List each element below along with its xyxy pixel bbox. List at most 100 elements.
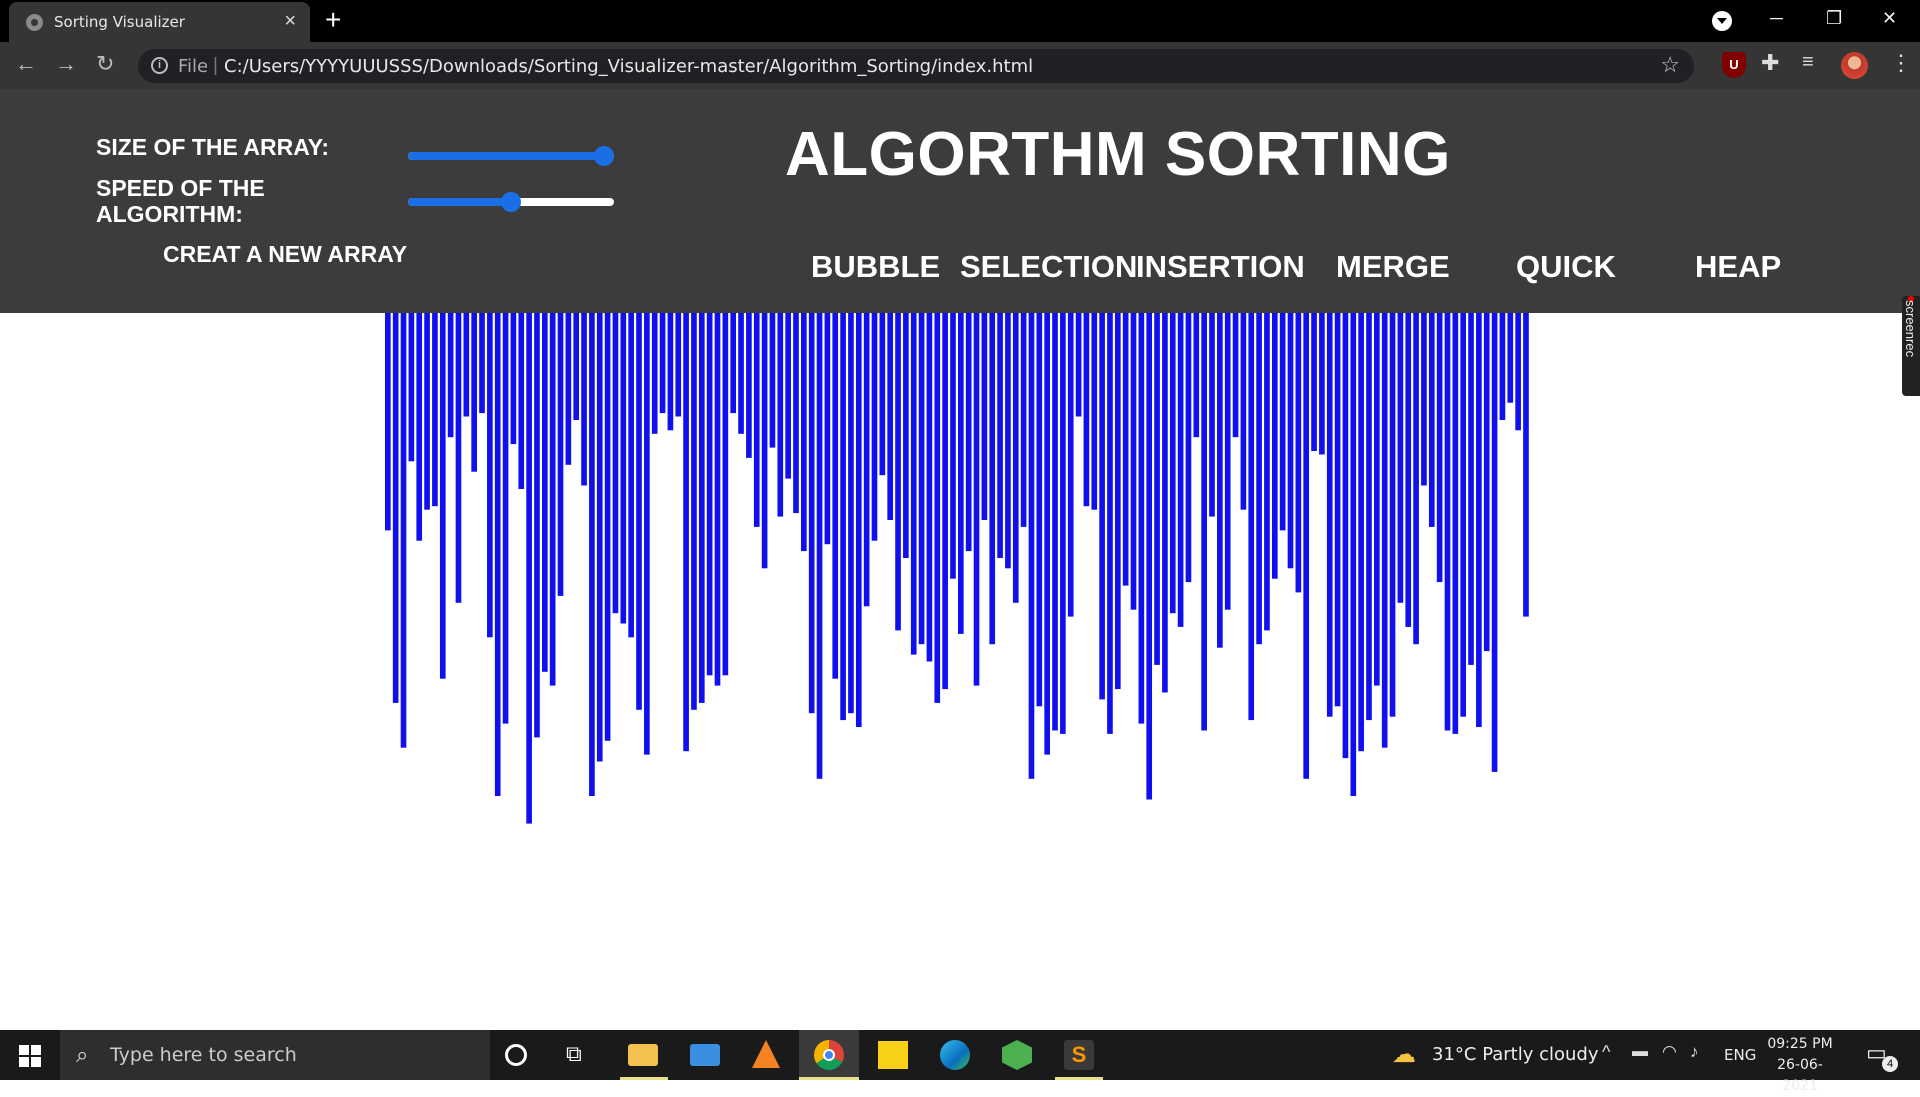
edge-icon[interactable] (940, 1040, 970, 1070)
array-bar (424, 313, 430, 510)
array-bar (628, 313, 634, 638)
array-bar (439, 313, 446, 679)
array-bar (1413, 313, 1419, 645)
new-tab-button[interactable]: + (325, 4, 341, 36)
array-bar (683, 313, 689, 752)
speed-label: SPEED OF THE ALGORITHM: (96, 175, 265, 227)
url-text[interactable]: C:/Users/YYYYUUUSSS/Downloads/Sorting_Vi… (224, 56, 1033, 77)
array-bar (895, 313, 901, 631)
heap-sort-button[interactable]: HEAP (1695, 249, 1781, 285)
array-bar (793, 313, 799, 514)
back-arrow-icon[interactable]: ← (15, 51, 37, 77)
array-bar (989, 313, 996, 645)
minimize-button[interactable]: ─ (1770, 8, 1783, 29)
taskbar-clock[interactable]: 09:25 PM 26-06-2021 (1760, 1034, 1840, 1097)
quick-sort-button[interactable]: QUICK (1516, 249, 1616, 285)
speed-slider[interactable] (408, 192, 614, 212)
extensions-puzzle-icon[interactable]: ✚ (1761, 50, 1779, 76)
array-bar (1507, 313, 1514, 403)
profile-avatar[interactable] (1841, 52, 1868, 79)
new-array-button[interactable]: CREAT A NEW ARRAY (163, 241, 407, 268)
taskbar-search-box[interactable]: ⌕ Type here to search (60, 1030, 490, 1080)
chrome-taskbar-slot[interactable] (799, 1030, 859, 1080)
array-bar (1044, 313, 1050, 755)
close-window-button[interactable]: ✕ (1882, 8, 1897, 29)
media-control-icon[interactable]: ≡ (1802, 51, 1814, 74)
browser-menu-icon[interactable]: ⋮ (1890, 50, 1912, 76)
tab-sorting-visualizer[interactable]: Sorting Visualizer × (9, 2, 310, 42)
array-bar (1468, 313, 1474, 665)
array-bar (855, 313, 862, 727)
array-bar (1374, 313, 1380, 686)
address-bar[interactable]: i File | C:/Users/YYYYUUUSSS/Downloads/S… (138, 49, 1694, 83)
selection-sort-button[interactable]: SELECTION (960, 249, 1137, 285)
reload-icon[interactable]: ↻ (96, 51, 114, 77)
array-bar (934, 313, 941, 703)
array-size-slider-thumb[interactable] (594, 146, 614, 166)
wifi-icon[interactable]: ◠ (1662, 1042, 1677, 1062)
bookmark-star-icon[interactable]: ☆ (1660, 52, 1680, 78)
clock-time: 09:25 PM (1767, 1036, 1833, 1052)
file-explorer-icon[interactable] (628, 1044, 658, 1066)
search-icon: ⌕ (76, 1042, 89, 1067)
tab-search-icon[interactable] (1712, 11, 1732, 31)
array-bar (400, 313, 407, 748)
array-bar (479, 313, 485, 414)
info-icon[interactable]: i (151, 57, 168, 74)
array-bar (832, 313, 839, 679)
vlc-icon[interactable] (752, 1040, 780, 1068)
array-bar (1067, 313, 1074, 617)
array-bar (1452, 313, 1459, 734)
tab-close-icon[interactable]: × (284, 10, 296, 33)
battery-icon[interactable]: ▬ (1632, 1043, 1648, 1061)
array-bar (1240, 313, 1247, 510)
task-view-icon[interactable]: ⧉ (566, 1041, 596, 1071)
tray-chevron-icon[interactable]: ^ (1602, 1042, 1610, 1063)
weather-text[interactable]: 31°C Partly cloudy (1432, 1044, 1599, 1065)
sublime-text-icon[interactable]: S (1064, 1040, 1094, 1070)
array-bar (1499, 313, 1506, 420)
array-bar (1201, 313, 1207, 731)
array-bar (824, 313, 831, 545)
array-bar (1483, 313, 1490, 652)
array-bar (518, 313, 525, 489)
array-bar (1232, 313, 1239, 438)
volume-icon[interactable]: ♪ (1690, 1042, 1699, 1062)
forward-arrow-icon[interactable]: → (55, 51, 77, 77)
speed-slider-fill (408, 198, 511, 206)
array-bar (691, 313, 697, 710)
array-bar (1381, 313, 1388, 748)
weather-icon[interactable]: ☁ (1392, 1040, 1416, 1069)
array-bar (1075, 313, 1082, 417)
language-indicator[interactable]: ENG (1724, 1046, 1756, 1064)
speed-slider-thumb[interactable] (501, 192, 521, 212)
array-bar (871, 313, 878, 541)
cortana-icon[interactable] (505, 1044, 527, 1066)
array-bar (918, 313, 925, 645)
array-size-slider[interactable] (408, 146, 614, 166)
array-bar (808, 313, 815, 714)
array-bar (1421, 313, 1427, 486)
array-bar (510, 313, 517, 445)
array-bar (1193, 313, 1200, 438)
cube-app-icon[interactable] (1002, 1040, 1032, 1070)
array-bar (769, 313, 776, 448)
array-bar (887, 313, 894, 520)
array-bar (1264, 313, 1270, 631)
array-bar (1397, 313, 1404, 603)
array-bar (785, 313, 791, 479)
ublock-extension-icon[interactable]: U (1722, 52, 1746, 78)
scheme-label: File (178, 56, 209, 77)
merge-sort-button[interactable]: MERGE (1336, 249, 1450, 285)
insertion-sort-button[interactable]: INSERTION (1136, 249, 1305, 285)
sticky-notes-icon[interactable] (878, 1041, 908, 1069)
array-bar (1491, 313, 1498, 772)
array-bar (1271, 313, 1278, 579)
mail-icon[interactable] (690, 1044, 720, 1066)
array-bar (973, 313, 980, 686)
windows-start-icon[interactable] (19, 1045, 41, 1067)
bubble-sort-button[interactable]: BUBBLE (811, 249, 940, 285)
array-bar (604, 313, 611, 741)
array-bar (1311, 313, 1317, 451)
restore-button[interactable]: ❐ (1826, 8, 1842, 29)
